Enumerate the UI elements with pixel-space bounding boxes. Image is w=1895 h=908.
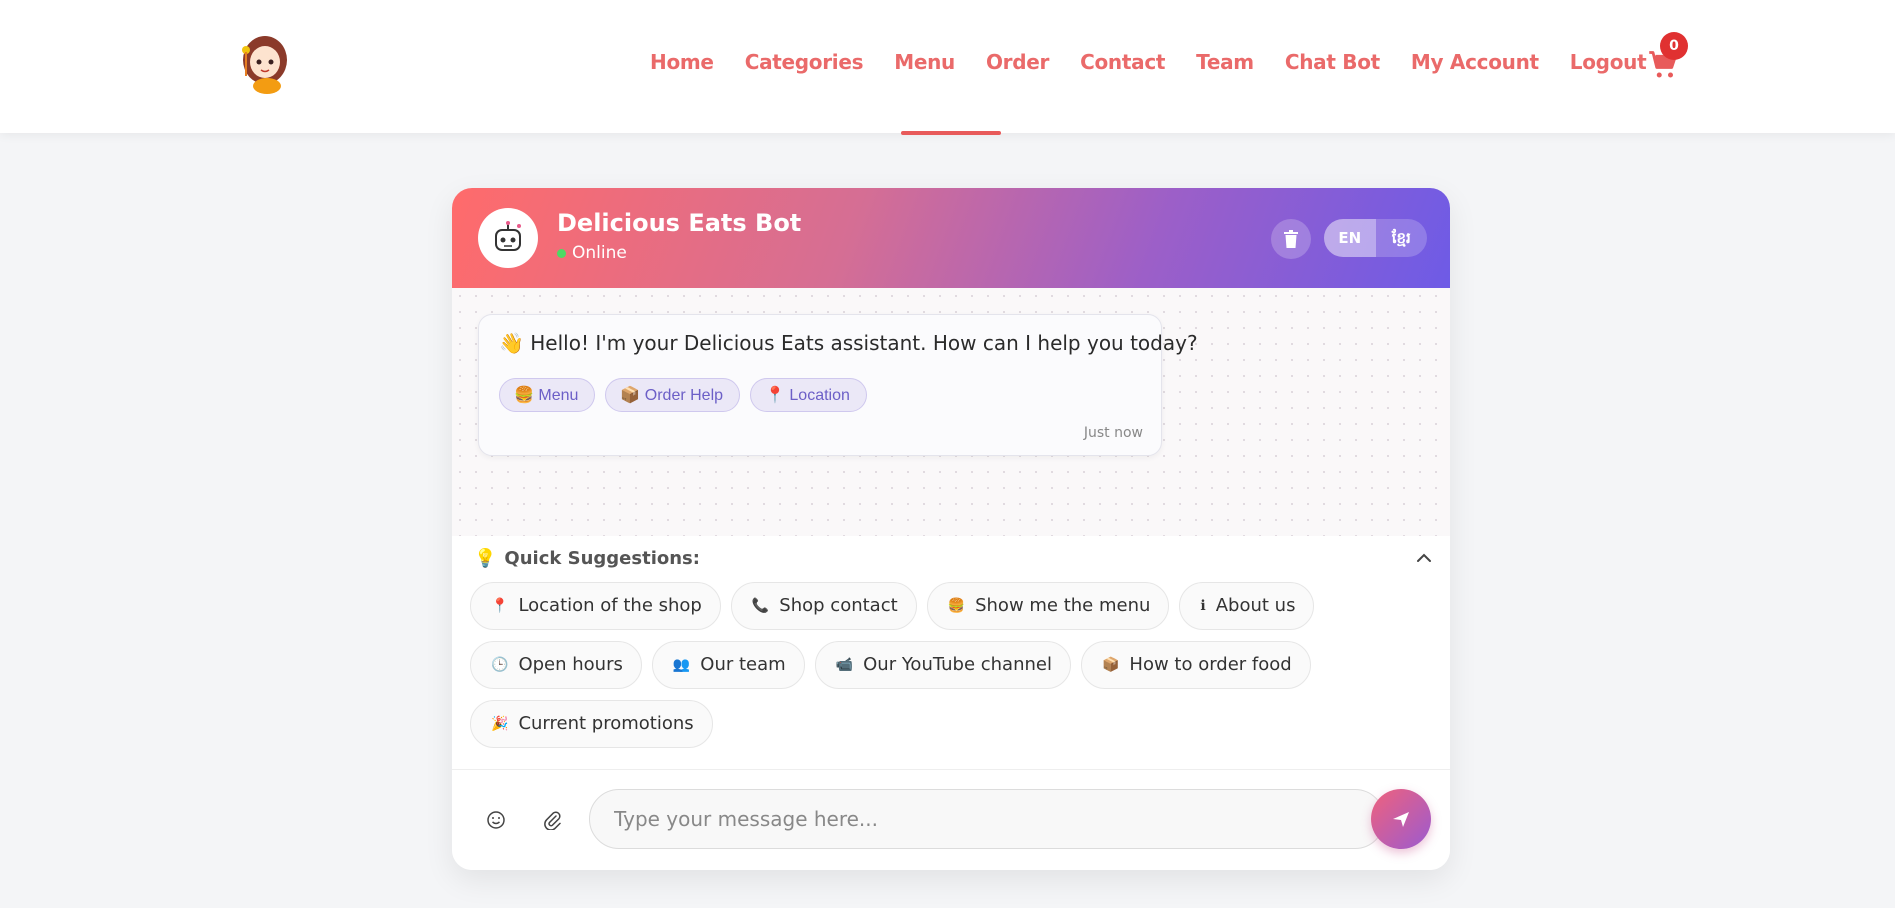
chip-location[interactable]: 📍 Location xyxy=(750,378,867,412)
paperclip-icon xyxy=(544,811,561,830)
suggestion-row: 🎉 Current promotions xyxy=(470,700,713,748)
suggestion-label: Show me the menu xyxy=(975,595,1151,616)
suggestion-label: Location of the shop xyxy=(518,595,702,616)
nav-my-account[interactable]: My Account xyxy=(1411,50,1539,74)
active-nav-indicator xyxy=(901,131,1001,135)
suggestion-promotions[interactable]: 🎉 Current promotions xyxy=(470,700,713,748)
suggestion-label: About us xyxy=(1215,595,1296,616)
suggestions-title: 💡 Quick Suggestions: xyxy=(474,548,700,569)
party-popper-icon: 🎉 xyxy=(491,716,509,732)
suggestion-location[interactable]: 📍 Location of the shop xyxy=(470,582,721,630)
info-icon: ℹ xyxy=(1200,598,1206,614)
quick-suggestions: 💡 Quick Suggestions: 📍 Location of the sh… xyxy=(452,536,1450,770)
lang-en-button[interactable]: EN xyxy=(1324,219,1376,257)
chat-header: Delicious Eats Bot Online EN ខ្មែរ xyxy=(452,188,1450,288)
burger-icon: 🍔 xyxy=(514,387,534,404)
suggestion-menu[interactable]: 🍔 Show me the menu xyxy=(926,582,1170,630)
suggestion-label: How to order food xyxy=(1129,654,1292,675)
chip-order-help[interactable]: 📦 Order Help xyxy=(605,378,741,412)
nav-categories[interactable]: Categories xyxy=(745,50,864,74)
nav-home[interactable]: Home xyxy=(650,50,714,74)
message-composer xyxy=(452,770,1450,870)
clock-icon: 🕒 xyxy=(491,657,509,673)
people-icon: 👥 xyxy=(672,657,691,673)
package-icon: 📦 xyxy=(1101,657,1120,673)
burger-icon: 🍔 xyxy=(947,598,966,614)
phone-icon: 📞 xyxy=(751,598,770,614)
nav-order[interactable]: Order xyxy=(986,50,1049,74)
trash-icon xyxy=(1284,230,1298,248)
video-camera-icon: 📹 xyxy=(835,657,854,673)
message-timestamp: Just now xyxy=(1083,425,1143,441)
clear-chat-button[interactable] xyxy=(1271,219,1311,259)
chip-label: Menu xyxy=(538,387,579,404)
nav-team[interactable]: Team xyxy=(1196,50,1254,74)
nav-logout[interactable]: Logout xyxy=(1570,50,1647,74)
status-text: Online xyxy=(572,243,627,263)
suggestion-label: Shop contact xyxy=(779,595,898,616)
bot-message: 👋 Hello! I'm your Delicious Eats assista… xyxy=(478,314,1198,456)
logo[interactable] xyxy=(236,32,294,96)
lang-km-button[interactable]: ខ្មែរ xyxy=(1376,219,1428,257)
bot-message-text: 👋 Hello! I'm your Delicious Eats assista… xyxy=(499,331,1198,355)
send-button[interactable] xyxy=(1371,789,1431,849)
nav-contact[interactable]: Contact xyxy=(1080,50,1165,74)
chip-menu[interactable]: 🍔 Menu xyxy=(499,378,596,412)
suggestion-label: Our team xyxy=(700,654,786,675)
suggestion-about[interactable]: ℹ About us xyxy=(1179,582,1315,630)
chat-window: Delicious Eats Bot Online EN ខ្មែរ 👋 Hel… xyxy=(452,188,1450,870)
suggestion-team[interactable]: 👥 Our team xyxy=(651,641,805,689)
suggestions-title-text: Quick Suggestions: xyxy=(504,548,700,569)
suggestion-contact[interactable]: 📞 Shop contact xyxy=(730,582,917,630)
bot-message-chips: 🍔 Menu 📦 Order Help 📍 Location xyxy=(499,378,867,412)
cart-count-badge: 0 xyxy=(1660,32,1688,60)
online-dot-icon xyxy=(557,248,566,258)
smiley-icon xyxy=(487,811,505,829)
message-list[interactable]: 👋 Hello! I'm your Delicious Eats assista… xyxy=(452,288,1450,536)
pin-icon: 📍 xyxy=(491,598,509,614)
navbar: Home Categories Menu Order Contact Team … xyxy=(0,0,1895,133)
send-icon xyxy=(1393,812,1409,827)
emoji-button[interactable] xyxy=(482,806,510,834)
suggestion-hours[interactable]: 🕒 Open hours xyxy=(470,641,642,689)
chip-label: Location xyxy=(789,387,850,404)
attach-button[interactable] xyxy=(538,806,566,834)
nav-links: Home Categories Menu Order Contact Team … xyxy=(650,50,1677,74)
chip-label: Order Help xyxy=(644,387,724,404)
suggestion-row: 📍 Location of the shop 📞 Shop contact 🍔 Sho… xyxy=(470,582,1315,630)
suggestion-youtube[interactable]: 📹 Our YouTube channel xyxy=(814,641,1071,689)
lightbulb-icon: 💡 xyxy=(474,548,497,569)
suggestion-row: 🕒 Open hours 👥 Our team 📹 Our YouTube chann… xyxy=(470,641,1311,689)
language-toggle: EN ខ្មែរ xyxy=(1324,219,1427,257)
chevron-up-icon xyxy=(1417,553,1431,562)
suggestion-how-to-order[interactable]: 📦 How to order food xyxy=(1080,641,1311,689)
message-input[interactable] xyxy=(589,789,1385,849)
robot-icon xyxy=(495,221,521,251)
bot-status: Online xyxy=(557,243,627,263)
collapse-suggestions-button[interactable] xyxy=(1412,546,1436,570)
suggestion-label: Open hours xyxy=(518,654,623,675)
pin-icon: 📍 xyxy=(765,387,785,404)
bot-avatar xyxy=(478,208,538,268)
nav-chat-bot[interactable]: Chat Bot xyxy=(1285,50,1380,74)
package-icon: 📦 xyxy=(620,387,641,404)
bot-name: Delicious Eats Bot xyxy=(557,209,802,237)
nav-menu[interactable]: Menu xyxy=(894,50,955,74)
suggestion-label: Our YouTube channel xyxy=(863,654,1052,675)
suggestion-label: Current promotions xyxy=(518,713,694,734)
